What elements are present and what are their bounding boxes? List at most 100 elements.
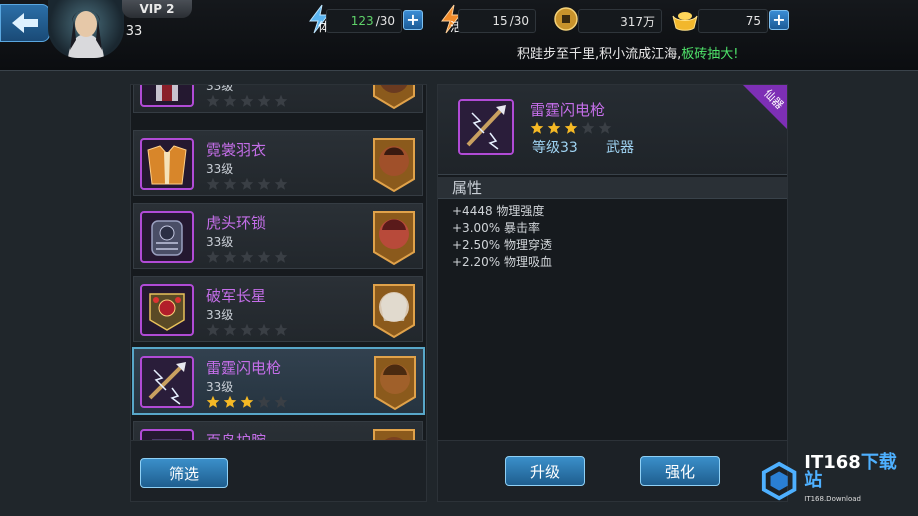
detail-stars <box>530 121 612 135</box>
detail-item-level: 等级33 <box>532 140 578 156</box>
item-level: 33级 <box>206 162 234 176</box>
star-empty-icon <box>206 323 220 336</box>
star-empty-icon <box>598 121 612 134</box>
top-bar: VIP 2 33 体 123 /30 + 活 15 /30 317万 75 + … <box>0 0 918 70</box>
star-filled-icon <box>206 395 220 408</box>
stamina-max: /30 <box>375 14 395 28</box>
star-empty-icon <box>274 395 288 408</box>
watermark-logo-icon <box>761 461 797 501</box>
back-arrow-icon <box>12 13 38 33</box>
star-empty-icon <box>223 250 237 263</box>
star-filled-icon <box>223 395 237 408</box>
player-avatar[interactable] <box>48 0 124 58</box>
lightning-spear-icon <box>140 356 194 408</box>
item-stars <box>206 323 288 337</box>
star-empty-icon <box>223 323 237 336</box>
coins-counter: 317万 <box>578 9 662 33</box>
detail-header: 雷霆闪电枪 等级33 武器 仙器 <box>438 85 787 175</box>
item-level: 33级 <box>206 235 234 249</box>
hero-portrait-icon <box>372 208 416 266</box>
star-filled-icon <box>240 395 254 408</box>
attributes-list: +4448 物理强度 +3.00% 暴击率 +2.50% 物理穿透 +2.20%… <box>452 203 552 271</box>
star-empty-icon <box>581 121 595 134</box>
star-empty-icon <box>223 94 237 107</box>
robe-item-icon <box>140 85 194 107</box>
item-name: 虎头环锁 <box>206 214 267 232</box>
copper-coin-icon <box>554 7 578 31</box>
hero-portrait-icon <box>373 353 417 411</box>
equipment-list[interactable]: 33级 霓裳羽衣 33级 虎头环锁 33级 破军长星 33级 雷霆闪电枪 33级 <box>130 84 427 502</box>
equipment-list-item[interactable]: 虎头环锁 33级 <box>133 203 423 269</box>
attribute-row: +3.00% 暴击率 <box>452 221 540 235</box>
upgrade-button[interactable]: 升级 <box>505 456 585 486</box>
star-empty-icon <box>257 323 271 336</box>
attribute-row: +2.50% 物理穿透 <box>452 238 552 252</box>
star-empty-icon <box>206 177 220 190</box>
attributes-title: 属性 <box>438 177 787 199</box>
marquee-highlight: 板砖抽大! <box>681 47 739 62</box>
star-filled-icon <box>530 121 544 134</box>
detail-item-name: 雷霆闪电枪 <box>530 101 606 119</box>
tiger-armor-icon <box>140 211 194 263</box>
watermark-sub: IT168.Download <box>804 495 861 503</box>
equipment-list-item[interactable]: 霓裳羽衣 33级 <box>133 130 423 196</box>
star-empty-icon <box>206 94 220 107</box>
player-level: 33 <box>125 23 143 39</box>
item-stars <box>206 94 288 108</box>
item-stars <box>206 177 288 191</box>
item-name: 霓裳羽衣 <box>206 141 267 159</box>
hero-portrait-icon <box>372 135 416 193</box>
item-name: 破军长星 <box>206 287 267 305</box>
site-watermark: IT168下载站 IT168.Download <box>760 454 910 508</box>
hero-portrait-icon <box>372 281 416 339</box>
star-empty-icon <box>274 177 288 190</box>
attribute-row: +4448 物理强度 <box>452 204 545 218</box>
vitality-counter: 15 /30 <box>458 9 536 33</box>
item-level: 33级 <box>206 380 234 394</box>
detail-item-type: 武器 <box>606 140 634 156</box>
equipment-list-item[interactable]: 破军长星 33级 <box>133 276 423 342</box>
star-empty-icon <box>274 323 288 336</box>
star-empty-icon <box>257 177 271 190</box>
equipment-list-item-selected[interactable]: 雷霆闪电枪 33级 <box>132 347 425 415</box>
enhance-button[interactable]: 强化 <box>640 456 720 486</box>
star-filled-icon <box>547 121 561 134</box>
gold-value: 75 <box>745 14 761 28</box>
announcement-marquee: 积跬步至千里,积小流成江海,板砖抽大! <box>470 44 918 66</box>
coins-value: 317万 <box>620 14 655 29</box>
filter-button[interactable]: 筛选 <box>140 458 228 488</box>
vitality-value: 15 <box>492 14 508 28</box>
star-empty-icon <box>257 395 271 408</box>
detail-action-bar <box>437 440 788 502</box>
item-level: 33级 <box>206 84 234 93</box>
star-empty-icon <box>257 250 271 263</box>
marquee-text: 积跬步至千里,积小流成江海, <box>517 47 682 62</box>
item-stars <box>206 395 288 409</box>
star-empty-icon <box>240 250 254 263</box>
star-empty-icon <box>240 94 254 107</box>
star-empty-icon <box>240 177 254 190</box>
star-shield-icon <box>140 284 194 336</box>
item-stars <box>206 250 288 264</box>
back-button[interactable] <box>0 4 50 42</box>
add-stamina-button[interactable]: + <box>403 10 423 30</box>
equipment-list-item[interactable]: 33级 <box>133 84 423 113</box>
item-name: 雷霆闪电枪 <box>206 359 282 377</box>
vitality-max: /30 <box>509 14 529 28</box>
star-empty-icon <box>223 177 237 190</box>
gold-ingot-icon <box>672 12 698 31</box>
feather-robe-icon <box>140 138 194 190</box>
hero-portrait-icon <box>372 85 416 110</box>
attribute-row: +2.20% 物理吸血 <box>452 255 552 269</box>
add-gold-button[interactable]: + <box>769 10 789 30</box>
star-filled-icon <box>564 121 578 134</box>
star-empty-icon <box>274 250 288 263</box>
lightning-spear-icon <box>458 99 514 155</box>
watermark-text: IT168下载站 IT168.Download <box>804 454 910 508</box>
stamina-value: 123 <box>350 14 374 28</box>
quality-tag: 仙器 <box>743 85 787 129</box>
star-empty-icon <box>240 323 254 336</box>
star-empty-icon <box>257 94 271 107</box>
item-level: 33级 <box>206 308 234 322</box>
vip-badge[interactable]: VIP 2 <box>122 0 192 18</box>
